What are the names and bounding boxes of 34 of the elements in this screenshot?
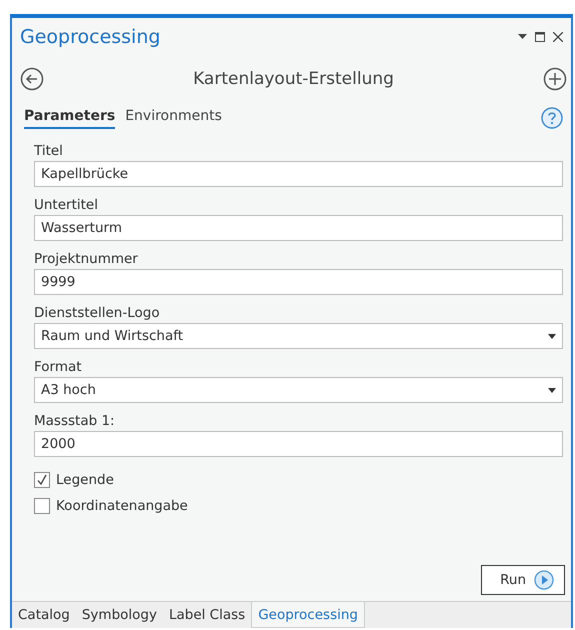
add-icon[interactable] xyxy=(543,67,567,91)
run-button[interactable]: Run xyxy=(481,565,565,595)
input-field[interactable]: Wasserturm xyxy=(34,215,563,241)
tab[interactable]: Environments xyxy=(125,106,222,129)
pane-tab[interactable]: Label Class xyxy=(162,602,252,628)
checkbox-label: Legende xyxy=(56,472,114,488)
tool-title: Kartenlayout-Erstellung xyxy=(192,69,395,89)
field-label: Dienststellen-Logo xyxy=(34,305,161,323)
checkbox[interactable] xyxy=(34,472,50,488)
caret-icon[interactable] xyxy=(548,334,556,338)
close-icon[interactable] xyxy=(553,32,563,42)
dropdown-icon[interactable] xyxy=(518,34,527,40)
play-icon xyxy=(534,570,554,590)
pane-tab[interactable]: Geoprocessing xyxy=(251,602,365,628)
field-label: Untertitel xyxy=(34,197,99,215)
input-field[interactable]: 2000 xyxy=(34,431,563,457)
field-label: Format xyxy=(34,359,83,377)
field-label: Massstab 1: xyxy=(34,413,116,431)
caret-icon[interactable] xyxy=(548,388,556,392)
field-label: Projektnummer xyxy=(34,251,139,269)
checkbox[interactable] xyxy=(34,498,50,514)
field-label: Titel xyxy=(34,143,64,161)
back-icon[interactable] xyxy=(20,67,44,91)
maximize-icon[interactable] xyxy=(535,32,545,42)
pane-tab[interactable]: Catalog xyxy=(12,602,76,628)
dropdown[interactable]: Raum und Wirtschaft xyxy=(34,323,563,349)
dropdown[interactable]: A3 hoch xyxy=(34,377,563,403)
tab[interactable]: Parameters xyxy=(24,106,116,129)
input-field[interactable]: Kapellbrücke xyxy=(34,161,563,187)
pane-title: Geoprocessing xyxy=(20,26,162,48)
checkbox-label: Koordinatenangabe xyxy=(56,498,188,514)
help-icon[interactable] xyxy=(541,106,563,128)
pane-tab[interactable]: Symbology xyxy=(76,602,163,628)
input-field[interactable]: 9999 xyxy=(34,269,563,295)
